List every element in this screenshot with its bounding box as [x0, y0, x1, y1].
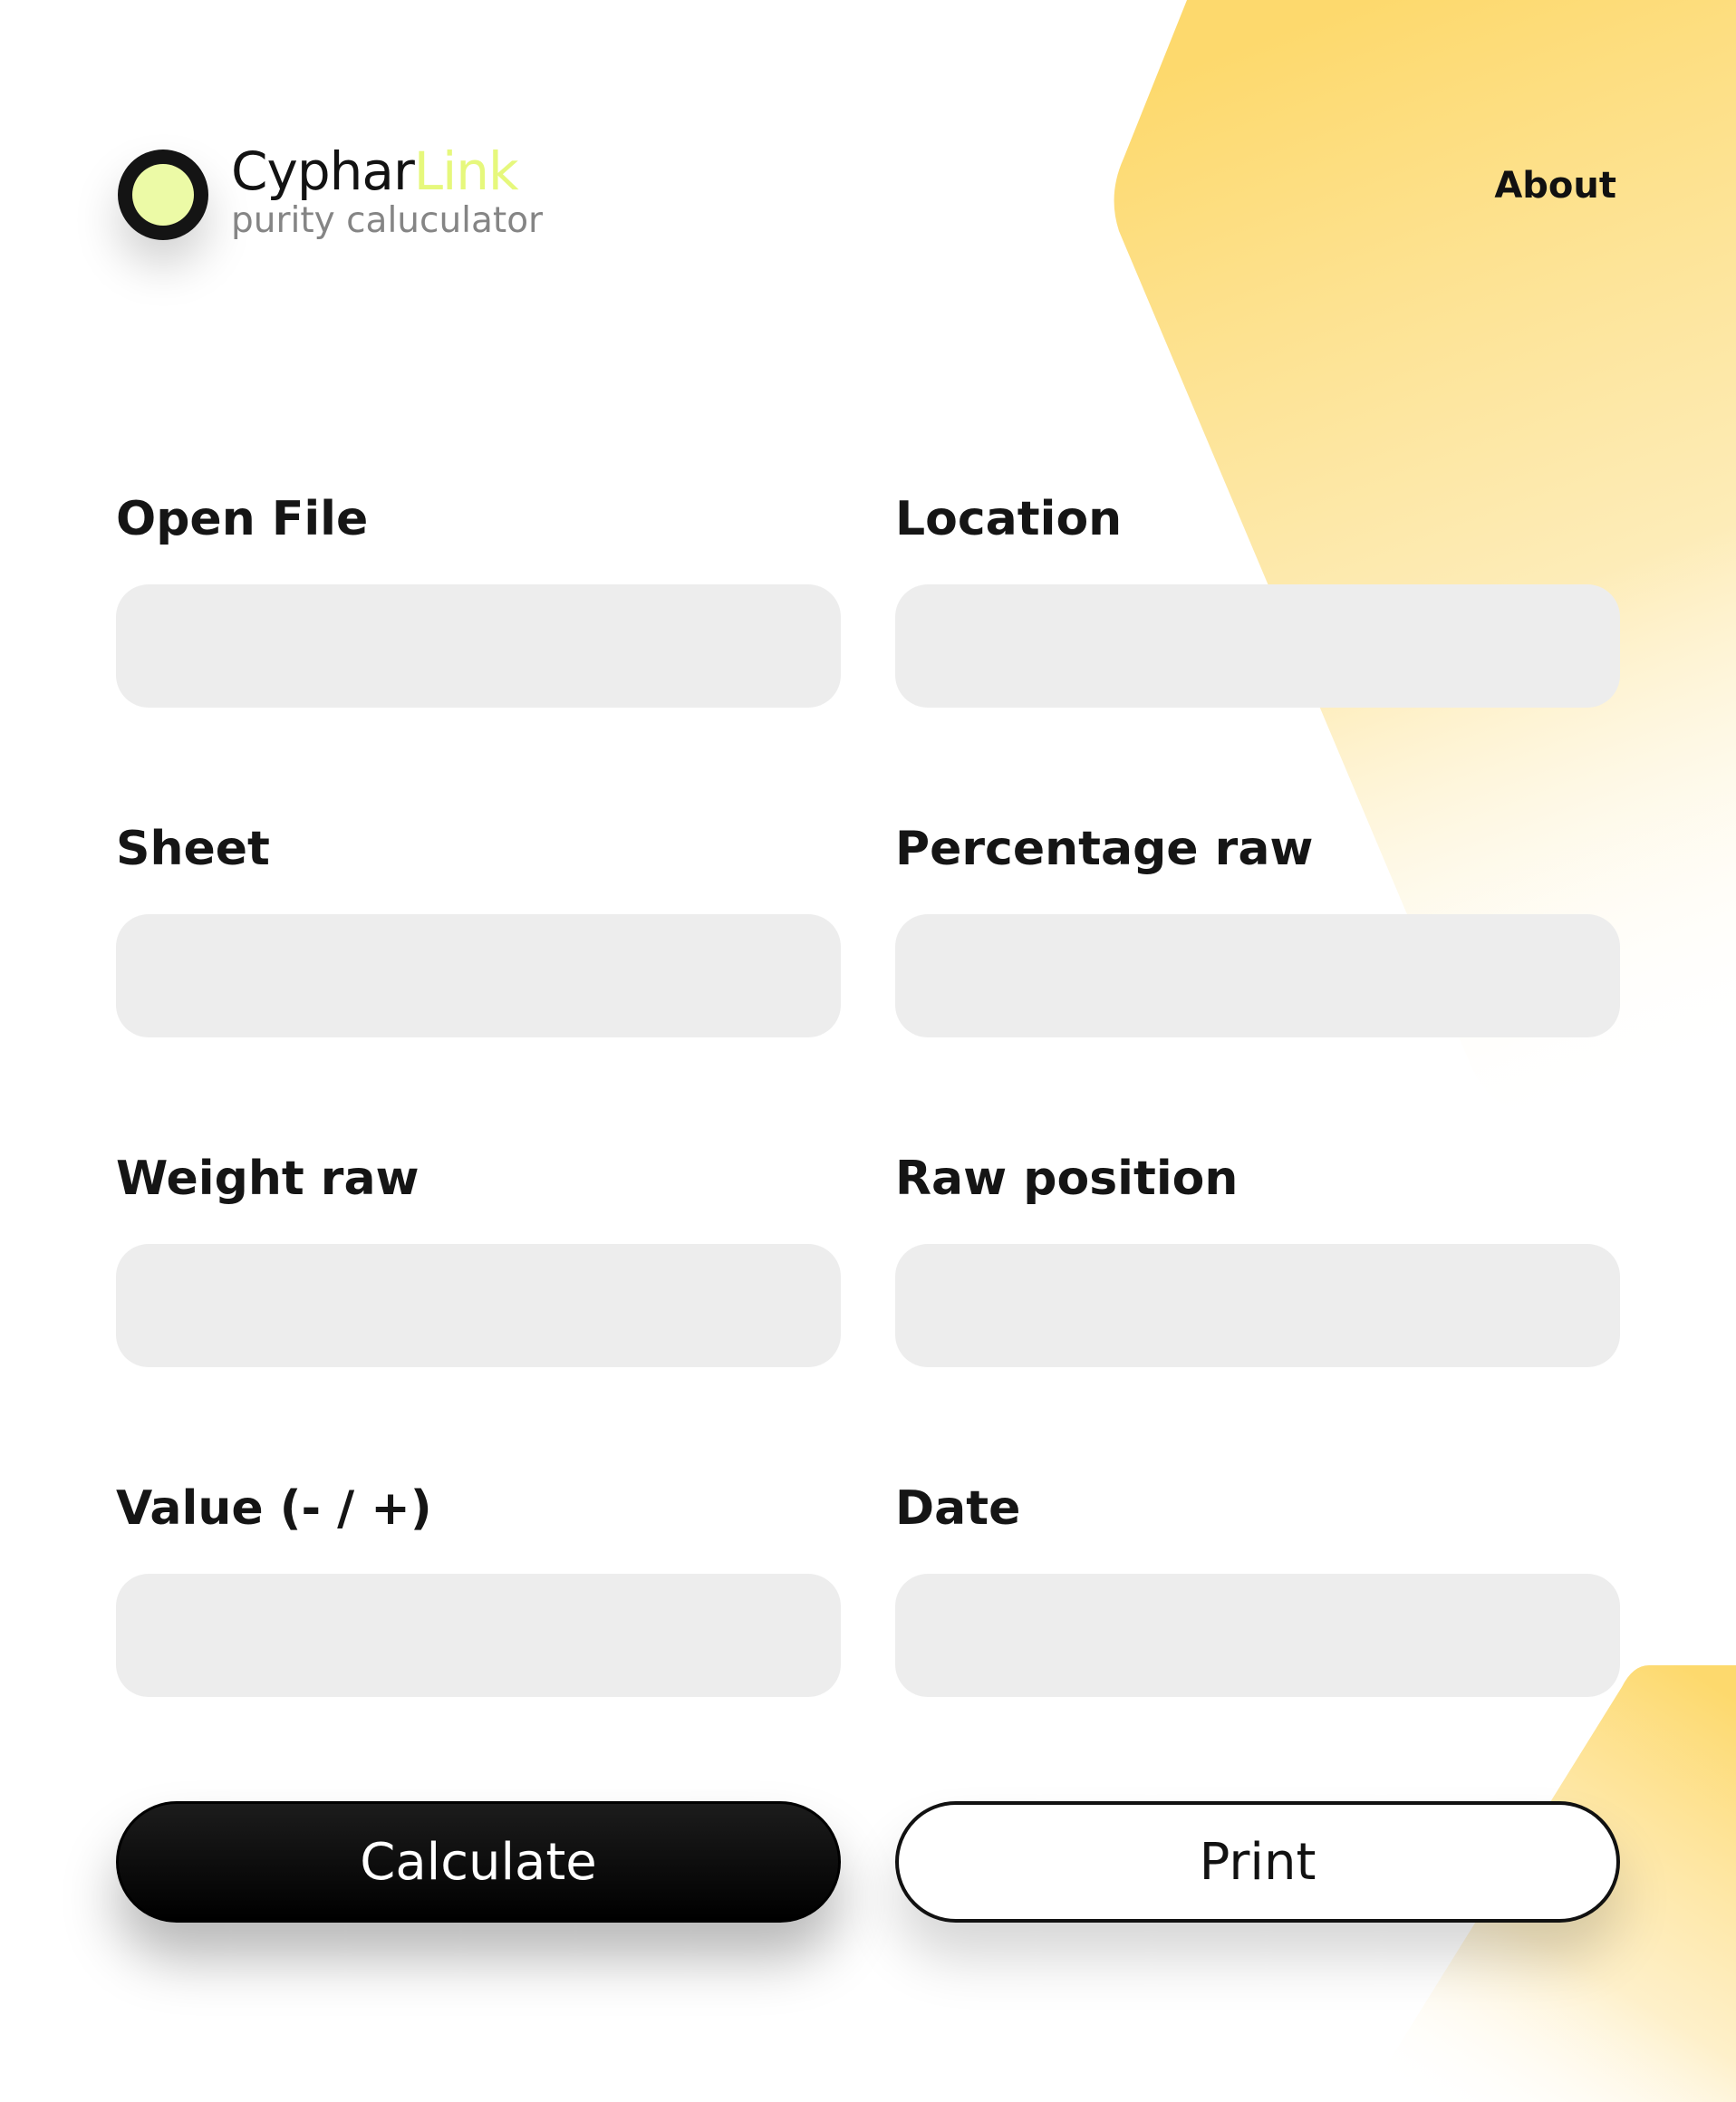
nav-about-link[interactable]: About: [1494, 165, 1616, 207]
field-sheet: Sheet: [116, 815, 841, 1037]
field-label: Percentage raw: [895, 822, 1314, 876]
field-label: Date: [895, 1481, 1021, 1536]
print-button[interactable]: Print: [895, 1801, 1620, 1923]
weight-raw-input[interactable]: [116, 1244, 841, 1367]
brand-name: CypharLink: [231, 145, 543, 198]
percentage-raw-input[interactable]: [895, 914, 1620, 1037]
field-value: Value (- / +): [116, 1474, 841, 1697]
brand-tagline: purity caluculator: [231, 200, 544, 241]
raw-position-input[interactable]: [895, 1244, 1620, 1367]
field-percentage-raw: Percentage raw: [895, 815, 1620, 1037]
field-weight-raw: Weight raw: [116, 1144, 841, 1367]
logo-core: [132, 164, 194, 226]
brand-name-primary: Cyphar: [231, 140, 415, 202]
input-form: Open File Location Sheet Percentage raw …: [116, 485, 1620, 1697]
location-input[interactable]: [895, 584, 1620, 708]
field-open-file: Open File: [116, 485, 841, 708]
field-label: Sheet: [116, 822, 270, 876]
field-date: Date: [895, 1474, 1620, 1697]
field-label: Location: [895, 492, 1123, 546]
brand: CypharLink purity caluculator: [231, 145, 543, 238]
open-file-input[interactable]: [116, 584, 841, 708]
field-raw-position: Raw position: [895, 1144, 1620, 1367]
sheet-input[interactable]: [116, 914, 841, 1037]
calculate-button[interactable]: Calculate: [116, 1801, 841, 1923]
field-label: Open File: [116, 492, 369, 546]
brand-name-highlight: Link: [413, 140, 519, 202]
field-label: Value (- / +): [116, 1481, 432, 1536]
date-input[interactable]: [895, 1574, 1620, 1697]
value-input[interactable]: [116, 1574, 841, 1697]
field-label: Raw position: [895, 1152, 1239, 1206]
field-location: Location: [895, 485, 1620, 708]
field-label: Weight raw: [116, 1152, 420, 1206]
circle-logo-icon: [118, 149, 208, 240]
